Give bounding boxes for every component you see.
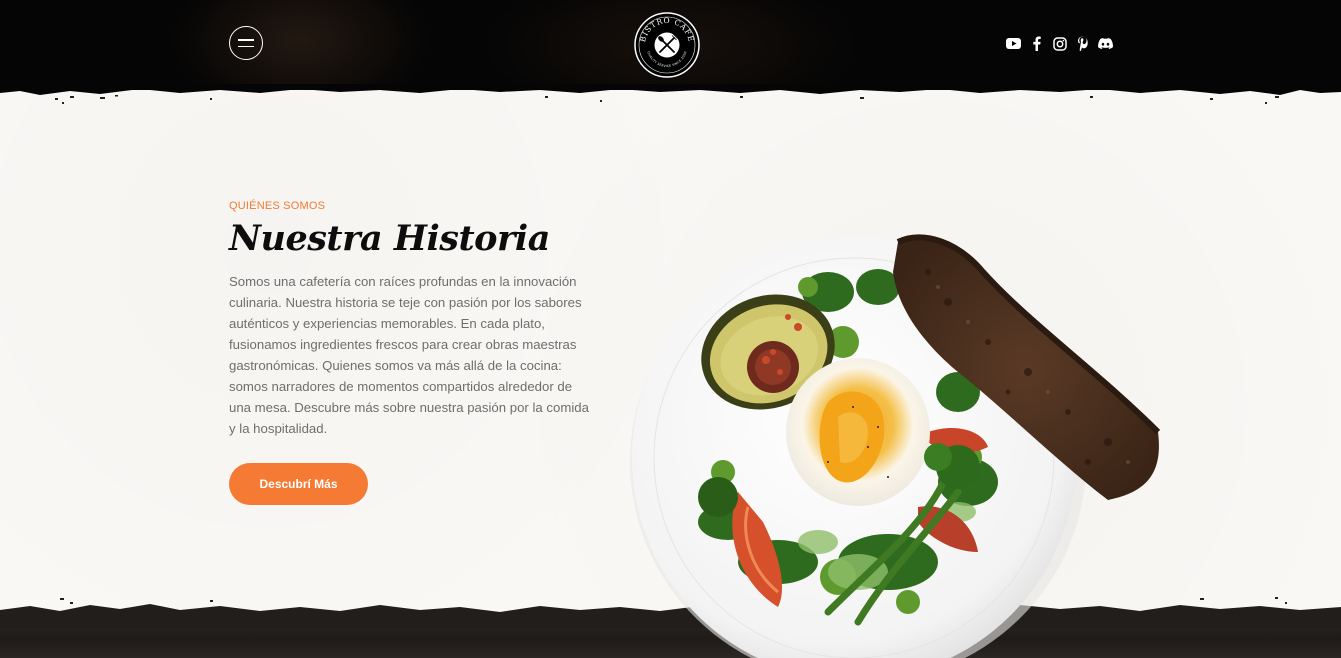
section-eyebrow: QUIÉNES SOMOS bbox=[229, 200, 326, 212]
site-header: BISTRO CAFE QUALITY SERVICE SINCE 2020 bbox=[0, 0, 1341, 90]
discord-icon[interactable] bbox=[1098, 36, 1113, 51]
hamburger-icon-line bbox=[238, 39, 254, 41]
facebook-icon[interactable] bbox=[1029, 36, 1044, 51]
menu-toggle-button[interactable] bbox=[229, 26, 263, 60]
social-links bbox=[1006, 36, 1113, 51]
dish-image bbox=[630, 234, 1161, 658]
pinterest-icon[interactable] bbox=[1075, 36, 1090, 51]
instagram-icon[interactable] bbox=[1052, 36, 1067, 51]
torn-edge-top bbox=[0, 84, 1341, 104]
section-body: Somos una cafetería con raíces profundas… bbox=[229, 274, 589, 436]
hamburger-icon-line bbox=[238, 45, 254, 47]
youtube-icon[interactable] bbox=[1006, 36, 1021, 51]
discover-more-button[interactable]: Descubrí Más bbox=[229, 463, 368, 505]
header-background-image bbox=[170, 0, 430, 90]
section-title: Nuestra Historia bbox=[229, 218, 550, 259]
bistro-cafe-logo[interactable]: BISTRO CAFE QUALITY SERVICE SINCE 2020 bbox=[633, 11, 701, 79]
